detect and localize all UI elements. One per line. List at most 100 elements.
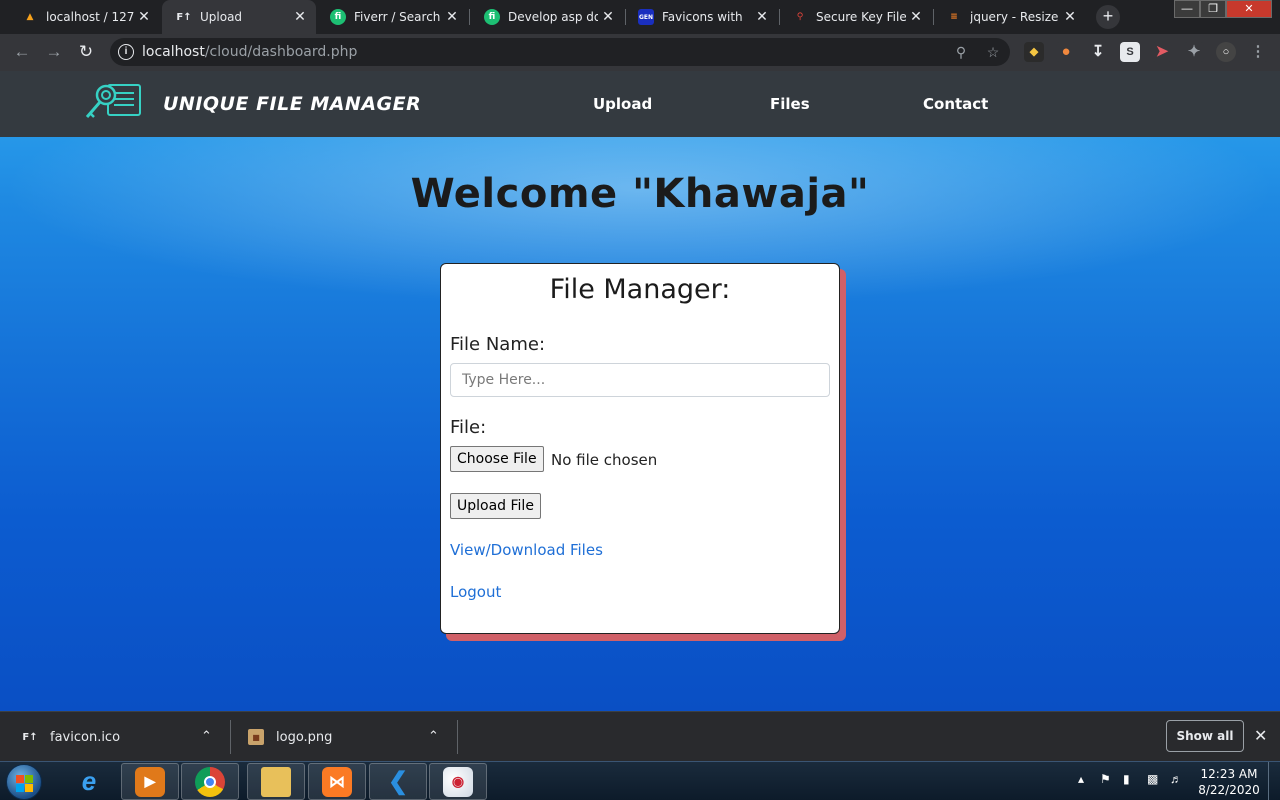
windows-start-icon[interactable] (6, 764, 42, 800)
media-player-icon[interactable]: ▶ (121, 763, 179, 800)
start-logo-part (16, 775, 24, 783)
browser-tab-active[interactable]: F↑ Upload ✕ (162, 0, 316, 34)
chevron-up-icon[interactable]: ⌃ (428, 728, 439, 744)
action-center-flag-icon[interactable]: ⚑ (1100, 772, 1111, 786)
tab-title: Fiverr / Search Re (354, 10, 442, 24)
download-shelf: F↑ favicon.ico ⌃ ■ logo.png ⌃ Show all ✕ (0, 711, 1280, 761)
close-icon[interactable]: ✕ (290, 9, 310, 25)
key-logo-icon[interactable] (84, 81, 142, 123)
paint-icon[interactable]: ◉ (429, 763, 487, 800)
download-item[interactable]: F↑ favicon.ico (22, 712, 120, 762)
download-filename: favicon.ico (50, 729, 121, 745)
phpmyadmin-icon: ▲ (26, 12, 34, 22)
nav-files[interactable]: Files (770, 95, 810, 113)
xampp-icon[interactable]: ⋈ (308, 763, 366, 800)
browser-tab[interactable]: ▲ localhost / 127.0 ✕ (8, 0, 160, 34)
start-logo-part (16, 784, 24, 792)
address-bar[interactable]: i localhost/cloud/dashboard.php ⚲ ☆ (110, 38, 1010, 66)
tab-title: Favicons with (662, 10, 743, 24)
view-download-link[interactable]: View/Download Files (450, 541, 603, 559)
window-controls: — ❐ ✕ (1174, 0, 1272, 20)
show-hidden-icons[interactable]: ▴ (1078, 772, 1084, 786)
clock-date: 8/22/2020 (1198, 783, 1260, 797)
extension-icon[interactable]: ● (1056, 42, 1076, 62)
chrome-icon[interactable] (181, 763, 239, 800)
download-filename: logo.png (276, 729, 333, 745)
extension-icon[interactable]: S (1120, 42, 1140, 62)
reload-icon[interactable]: ↻ (74, 40, 98, 64)
chevron-up-icon[interactable]: ⌃ (201, 728, 212, 744)
file-explorer-icon[interactable] (247, 763, 305, 800)
chrome-center (204, 775, 216, 788)
site-info-icon[interactable]: i (118, 44, 134, 60)
network-signal-icon[interactable]: ▩ (1147, 772, 1158, 786)
file-status: No file chosen (551, 451, 658, 469)
ico-file-icon: F↑ (22, 731, 38, 743)
vscode-icon[interactable]: ❮ (369, 763, 427, 800)
download-icon[interactable]: ↧ (1088, 42, 1108, 62)
start-logo-part (25, 775, 33, 783)
new-tab-button[interactable]: + (1096, 5, 1120, 29)
brand-name[interactable]: UNIQUE FILE MANAGER (163, 93, 421, 115)
file-name-label: File Name: (450, 334, 546, 355)
avatar[interactable]: ○ (1216, 42, 1236, 62)
file-name-input[interactable] (450, 363, 830, 397)
back-icon[interactable]: ← (10, 40, 34, 64)
power-icon[interactable]: ▮ (1123, 772, 1130, 786)
volume-icon[interactable]: ♬ (1170, 772, 1182, 786)
close-icon[interactable]: ✕ (134, 9, 154, 25)
close-window-icon[interactable]: ✕ (1226, 0, 1272, 18)
image-file-icon: ■ (248, 729, 264, 745)
internet-explorer-icon[interactable]: e (60, 763, 118, 800)
favicon-site-icon: GEN (638, 9, 654, 25)
system-clock[interactable]: 12:23 AM 8/22/2020 (1196, 766, 1262, 798)
menu-icon[interactable]: ⋮ (1248, 42, 1268, 62)
file-manager-favicon-icon: F↑ (176, 11, 192, 23)
show-desktop-button[interactable] (1268, 762, 1280, 800)
browser-tab[interactable]: GEN Favicons with ✕ (624, 0, 778, 34)
close-icon[interactable]: ✕ (752, 9, 772, 25)
extension-icon[interactable]: ➤ (1152, 42, 1172, 62)
nav-contact[interactable]: Contact (923, 95, 988, 113)
nav-upload[interactable]: Upload (593, 95, 652, 113)
stackoverflow-icon: ≡ (950, 12, 958, 22)
address-url: localhost/cloud/dashboard.php (142, 44, 358, 60)
close-icon[interactable]: ✕ (1254, 726, 1267, 746)
close-icon[interactable]: ✕ (906, 9, 926, 25)
download-item[interactable]: ■ logo.png (248, 712, 332, 762)
extension-icon[interactable]: ◆ (1024, 42, 1044, 62)
browser-tab[interactable]: fi Develop asp dot ✕ (470, 0, 624, 34)
bookmark-star-icon[interactable]: ☆ (984, 43, 1002, 61)
zoom-icon[interactable]: ⚲ (952, 43, 970, 61)
close-icon[interactable]: ✕ (1060, 9, 1080, 25)
logout-link[interactable]: Logout (450, 583, 501, 601)
close-icon[interactable]: ✕ (598, 9, 618, 25)
puzzle-icon[interactable]: ✦ (1184, 42, 1204, 62)
browser-tab[interactable]: ≡ jquery - Resize b ✕ (932, 0, 1086, 34)
tab-title: Secure Key File D (816, 10, 906, 24)
close-icon[interactable]: ✕ (442, 9, 462, 25)
choose-file-button[interactable]: Choose File (450, 446, 544, 472)
forward-icon[interactable]: → (42, 40, 66, 64)
show-all-button[interactable]: Show all (1166, 720, 1244, 752)
minimize-icon[interactable]: — (1174, 0, 1200, 18)
windows-taskbar: e ▶ ⋈ ❮ ◉ ▴ ⚑ ▮ ▩ ♬ 12:23 AM 8/22/2020 (0, 761, 1280, 800)
tab-title: Upload (200, 10, 243, 24)
restore-icon[interactable]: ❐ (1200, 0, 1226, 18)
key-icon: ⚲ (796, 12, 804, 22)
download-separator (457, 720, 458, 754)
card-title: File Manager: (549, 274, 731, 305)
clock-time: 12:23 AM (1200, 767, 1258, 781)
welcome-heading: Welcome "Khawaja" (410, 171, 870, 217)
site-navbar: UNIQUE FILE MANAGER Upload Files Contact (0, 71, 1280, 137)
browser-tab[interactable]: fi Fiverr / Search Re ✕ (316, 0, 468, 34)
tab-title: localhost / 127.0 (46, 10, 134, 24)
browser-tab[interactable]: ⚲ Secure Key File D ✕ (778, 0, 932, 34)
fiverr-icon: fi (484, 9, 500, 25)
start-logo-part (25, 784, 33, 792)
file-label: File: (450, 417, 487, 438)
download-separator (230, 720, 231, 754)
upload-file-button[interactable]: Upload File (450, 493, 541, 519)
browser-toolbar: ← → ↻ i localhost/cloud/dashboard.php ⚲ … (0, 34, 1280, 71)
tab-title: Develop asp dot (508, 10, 598, 24)
